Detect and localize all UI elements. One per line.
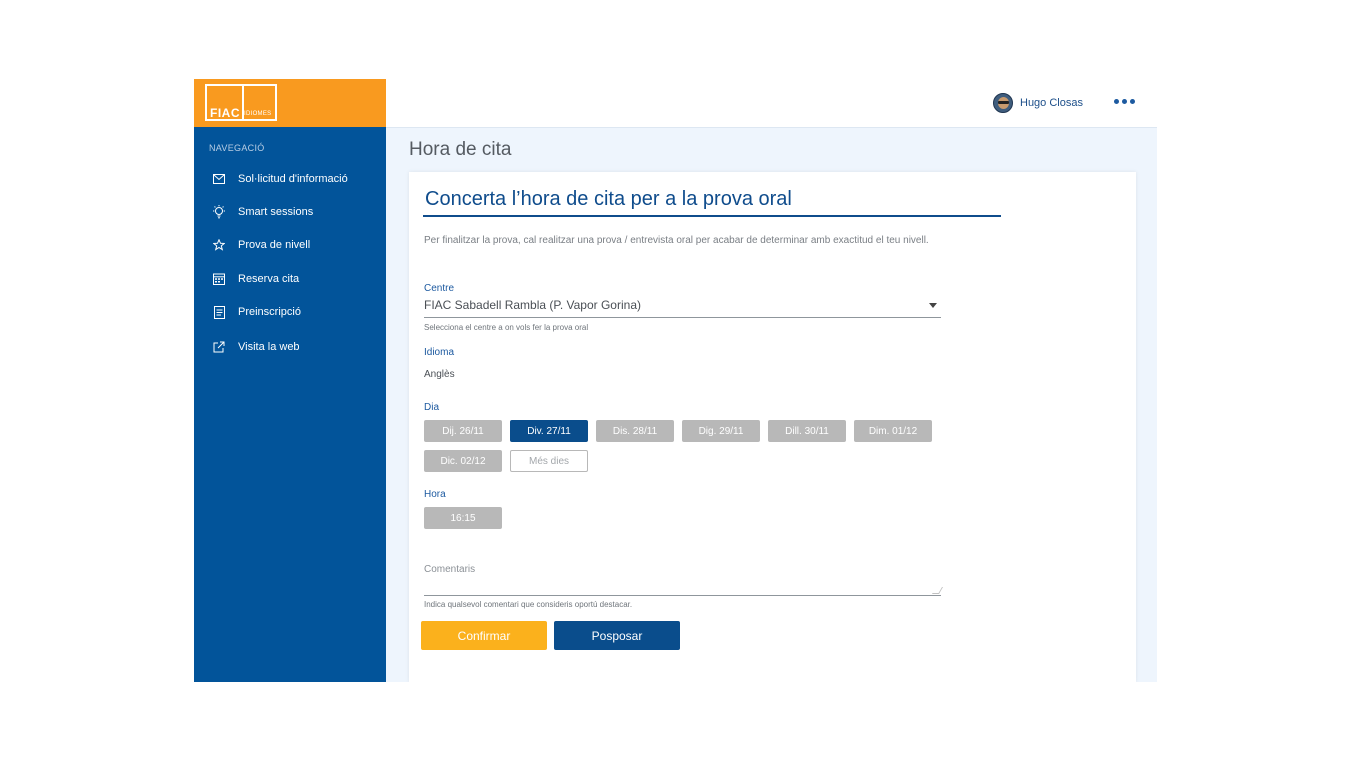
mail-icon <box>212 172 226 186</box>
logo-main-text: FIAC <box>210 106 240 120</box>
day-option[interactable]: Dig. 29/11 <box>682 420 760 442</box>
centre-select[interactable]: FIAC Sabadell Rambla (P. Vapor Gorina) <box>424 295 941 318</box>
title-underline <box>423 215 1001 217</box>
centre-label: Centre <box>424 283 455 294</box>
sidebar-item-smart-sessions[interactable]: Smart sessions <box>194 198 386 226</box>
chevron-down-icon <box>929 303 937 308</box>
comments-placeholder: Comentaris <box>424 564 476 575</box>
sidebar-item-label: Smart sessions <box>238 206 314 218</box>
appointment-card: Concerta l’hora de cita per a la prova o… <box>409 172 1136 682</box>
day-option[interactable]: Dij. 26/11 <box>424 420 502 442</box>
external-link-icon <box>212 340 226 354</box>
centre-hint: Selecciona el centre a on vols fer la pr… <box>424 323 589 332</box>
hora-label: Hora <box>424 489 446 500</box>
day-option[interactable]: Dim. 01/12 <box>854 420 932 442</box>
intro-text: Per finalitzar la prova, cal realitzar u… <box>424 235 929 246</box>
avatar <box>993 93 1013 113</box>
logo-sub-text: IDIOMES <box>244 111 272 117</box>
sidebar-item-reserva-cita[interactable]: Reserva cita <box>194 265 386 293</box>
user-name: Hugo Closas <box>1020 97 1083 109</box>
day-option[interactable]: Dill. 30/11 <box>768 420 846 442</box>
more-dots-icon[interactable] <box>1114 99 1135 104</box>
app-window: FIAC IDIOMES NAVEGACIÓ Sol·licitud d'inf… <box>194 79 1157 682</box>
logo-bar: FIAC IDIOMES <box>194 79 386 127</box>
nav-heading: NAVEGACIÓ <box>209 143 265 153</box>
sidebar-item-label: Preinscripció <box>238 306 301 318</box>
centre-value: FIAC Sabadell Rambla (P. Vapor Gorina) <box>424 298 641 312</box>
document-icon <box>212 305 226 319</box>
calendar-icon <box>212 272 226 286</box>
idioma-value: Anglès <box>424 369 455 380</box>
top-bar: Hugo Closas <box>386 79 1157 128</box>
user-menu[interactable]: Hugo Closas <box>993 93 1083 113</box>
sidebar-item-label: Visita la web <box>238 341 300 353</box>
sidebar-item-label: Sol·licitud d'informació <box>238 173 348 185</box>
sidebar-item-label: Prova de nivell <box>238 239 311 251</box>
postpone-button[interactable]: Posposar <box>554 621 680 650</box>
day-option[interactable]: Dis. 28/11 <box>596 420 674 442</box>
confirm-button[interactable]: Confirmar <box>421 621 547 650</box>
sidebar-item-solicitud[interactable]: Sol·licitud d'informació <box>194 165 386 193</box>
card-title: Concerta l’hora de cita per a la prova o… <box>425 188 792 210</box>
page-title: Hora de cita <box>409 139 512 160</box>
more-days-button[interactable]: Més dies <box>510 450 588 472</box>
idioma-label: Idioma <box>424 347 455 358</box>
sidebar-item-preinscripcio[interactable]: Preinscripció <box>194 298 386 326</box>
sidebar-item-visita-web[interactable]: Visita la web <box>194 333 386 361</box>
comments-textarea[interactable]: Comentaris <box>424 562 944 596</box>
sidebar-item-label: Reserva cita <box>238 273 300 285</box>
resize-grip-icon[interactable] <box>931 587 944 594</box>
day-option[interactable]: Dic. 02/12 <box>424 450 502 472</box>
comments-hint: Indica qualsevol comentari que consideri… <box>424 600 633 609</box>
lightbulb-icon <box>212 205 226 219</box>
star-icon <box>212 238 226 252</box>
sidebar: FIAC IDIOMES NAVEGACIÓ Sol·licitud d'inf… <box>194 79 386 682</box>
fiac-logo[interactable]: FIAC IDIOMES <box>205 84 277 121</box>
sidebar-item-prova-nivell[interactable]: Prova de nivell <box>194 231 386 259</box>
day-option-selected[interactable]: Div. 27/11 <box>510 420 588 442</box>
dia-label: Dia <box>424 402 440 413</box>
time-option[interactable]: 16:15 <box>424 507 502 529</box>
